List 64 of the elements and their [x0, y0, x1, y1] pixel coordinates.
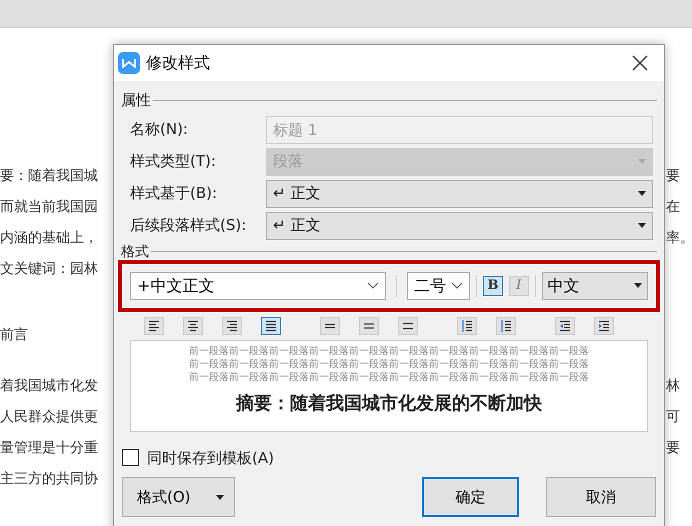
justify-icon: [264, 318, 278, 332]
paragraph-tool-button[interactable]: [457, 316, 477, 334]
document-text: 前言: [0, 326, 28, 345]
paragraph-tool-button[interactable]: [555, 316, 575, 334]
checkbox[interactable]: [122, 449, 139, 466]
indent-less-icon: [558, 318, 572, 332]
style-dropdown[interactable]: ↵ 正文: [266, 212, 653, 240]
document-text: 着我国城市化发: [0, 377, 98, 396]
document-text: 主三方的共同协: [0, 470, 98, 489]
dialog-title: 修改样式: [146, 52, 210, 74]
document-text: 要：随着我国城: [0, 167, 98, 186]
align-left-icon: [147, 318, 161, 332]
paragraph-tool-button[interactable]: [320, 316, 340, 334]
font-dropdown[interactable]: +中文正文: [130, 272, 386, 300]
dropdown-arrow-icon: [638, 223, 646, 228]
align-center-icon: [186, 318, 200, 332]
paragraph-tool-button[interactable]: [398, 316, 418, 334]
preview-previous-text: 前一段落前一段落前一段落前一段落前一段落前一段落前一段落前一段落前一段落前一段落: [189, 370, 589, 384]
paragraph-tool-button[interactable]: [594, 316, 614, 334]
document-text: 文关键词：园林: [0, 260, 98, 279]
dropdown-arrow-icon: [216, 494, 224, 500]
size-dropdown[interactable]: 二号: [406, 272, 470, 300]
dropdown-arrow-icon: [638, 159, 646, 164]
dropdown-arrow-icon: [638, 191, 646, 196]
preview-sample-text: 摘要：随着我国城市化发展的不断加快: [236, 392, 542, 416]
field-label: 名称(N):: [129, 119, 189, 140]
field-label: 样式类型(T):: [129, 151, 217, 172]
paragraph-tool-button[interactable]: [222, 316, 242, 334]
paragraph-tool-button[interactable]: [359, 316, 379, 334]
preview-previous-text: 前一段落前一段落前一段落前一段落前一段落前一段落前一段落前一段落前一段落前一段落: [189, 344, 589, 358]
paragraph-tool-button[interactable]: [144, 316, 164, 334]
field-label: 后续段落样式(S):: [129, 215, 248, 236]
document-text: 人民群众提供更: [0, 408, 98, 427]
format-menu-button[interactable]: 格式(O): [122, 477, 235, 517]
document-text: 而就当前我国园: [0, 198, 98, 217]
document-text: 在: [666, 198, 681, 217]
space-remove-icon: [499, 318, 513, 332]
ok-button[interactable]: 确定: [422, 477, 519, 517]
space-add-icon: [460, 318, 474, 332]
paragraph-tool-button[interactable]: [183, 316, 203, 334]
document-text: 内涵的基础上，: [0, 229, 98, 248]
document-text: 可: [666, 408, 681, 427]
document-text: 要: [666, 439, 681, 458]
document-text: 林: [666, 377, 681, 396]
field-label: 样式基于(B):: [129, 183, 218, 204]
indent-more-icon: [597, 318, 611, 332]
paragraph-tool-button[interactable]: [261, 316, 281, 334]
chevron-down-icon: [367, 282, 379, 289]
align-right-icon: [225, 318, 239, 332]
chevron-down-icon: [451, 282, 464, 289]
dropdown-arrow-icon: [634, 283, 642, 288]
style-dropdown[interactable]: ↵ 正文: [266, 180, 653, 208]
checkbox-label: 同时保存到模板(A): [147, 448, 274, 468]
document-text: 率。: [666, 229, 692, 248]
paragraph-tool-button[interactable]: [496, 316, 516, 334]
script-dropdown[interactable]: 中文: [542, 272, 648, 300]
bold-toggle[interactable]: B: [483, 276, 503, 296]
app-logo-icon: [118, 52, 140, 74]
preview-previous-text: 前一段落前一段落前一段落前一段落前一段落前一段落前一段落前一段落前一段落前一段落: [189, 358, 589, 370]
section-heading: 格式: [121, 244, 149, 260]
cancel-button[interactable]: 取消: [546, 477, 656, 517]
document-text: 要: [666, 167, 681, 186]
section-heading: 属性: [121, 90, 151, 111]
document-text: 量管理是十分重: [0, 439, 98, 458]
